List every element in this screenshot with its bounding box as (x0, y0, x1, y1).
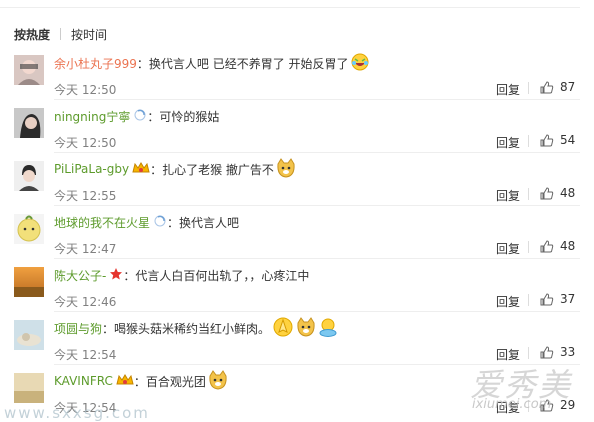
like-button[interactable]: 33 (540, 345, 575, 359)
action-separator (528, 82, 529, 94)
like-count: 54 (560, 133, 576, 147)
reply-button[interactable]: 回复 (496, 81, 520, 98)
like-button[interactable]: 87 (540, 80, 575, 94)
reply-button[interactable]: 回复 (496, 134, 520, 151)
colon: ： (147, 109, 160, 124)
colon: ： (102, 321, 115, 336)
like-count: 48 (560, 186, 576, 200)
comment-item: 项圆与狗 ： 喝猴头菇米稀约当红小鲜肉。 今天 12:54 回复 33 (0, 312, 594, 365)
avatar[interactable] (14, 55, 44, 85)
comment-body: 地球的我不在火星 ： 换代言人吧 (54, 213, 239, 231)
sort-by-time-tab[interactable]: 按时间 (71, 26, 107, 43)
thumbs-up-icon (540, 239, 554, 252)
comment-time: 今天 12:46 (54, 295, 117, 309)
verified-icon (133, 108, 147, 125)
action-separator (528, 241, 529, 253)
like-button[interactable]: 54 (540, 133, 575, 147)
colon: ： (136, 56, 149, 71)
thumbs-up-icon (540, 186, 554, 199)
reply-button[interactable]: 回复 (496, 293, 520, 310)
star-badge-icon (109, 267, 123, 284)
colon: ： (123, 268, 136, 283)
username-link[interactable]: 余小杜丸子999 (54, 55, 137, 72)
comment-text: 扎心了老猴 撤广告不 (162, 162, 274, 177)
watermark-left-url: www.sxxsg.com (4, 404, 150, 422)
username-link[interactable]: 项圆与狗 (54, 320, 102, 337)
comment-body: PiLiPaLa-gby ： 扎心了老猴 撤广告不 (54, 157, 296, 181)
avatar[interactable] (14, 320, 44, 350)
comment-item: PiLiPaLa-gby ： 扎心了老猴 撤广告不 今天 12:55 回复 48 (0, 153, 594, 206)
like-button[interactable]: 48 (540, 186, 575, 200)
thumbs-up-icon (540, 80, 554, 93)
comment-body: ningning宁寧 ： 可怜的猴姑 (54, 107, 219, 125)
username-link[interactable]: ningning宁寧 (54, 108, 130, 125)
like-button[interactable]: 48 (540, 239, 575, 253)
username-link[interactable]: PiLiPaLa-gby (54, 162, 129, 176)
vip-crown-icon (132, 161, 150, 178)
sort-bar: 按热度 按时间 (14, 26, 107, 42)
comment-time: 今天 12:55 (54, 189, 117, 203)
like-count: 87 (560, 80, 576, 94)
comment-body: 项圆与狗 ： 喝猴头菇米稀约当红小鲜肉。 (54, 316, 338, 340)
action-separator (528, 135, 529, 147)
doge-emoji-icon (276, 157, 296, 181)
avatar[interactable] (14, 267, 44, 297)
comment-text: 喝猴头菇米稀约当红小鲜肉。 (114, 321, 271, 336)
comment-text: 换代言人吧 已经不养胃了 开始反胃了 (148, 56, 349, 71)
laughing-tears-emoji-icon (351, 53, 369, 74)
thumbs-up-icon (540, 345, 554, 358)
comment-body: 陈大公子- ： 代言人白百何出轨了，，心疼江中 (54, 266, 309, 284)
comment-time: 今天 12:54 (54, 348, 117, 362)
like-button[interactable]: 37 (540, 292, 575, 306)
colon: ： (133, 374, 146, 389)
username-link[interactable]: KAVINFRC (54, 374, 113, 388)
username-link[interactable]: 地球的我不在火星 (54, 214, 150, 231)
watermark-url: ixiumei.com (472, 397, 552, 412)
comment-time: 今天 12:47 (54, 242, 117, 256)
avatar[interactable] (14, 373, 44, 403)
comment-item: 地球的我不在火星 ： 换代言人吧 今天 12:47 回复 48 (0, 206, 594, 259)
colon: ： (167, 215, 180, 230)
comment-body: KAVINFRC ： 百合观光团 (54, 369, 228, 393)
avatar[interactable] (14, 108, 44, 138)
bathing-emoji-icon (318, 317, 338, 340)
colon: ： (150, 162, 163, 177)
comment-time: 今天 12:50 (54, 83, 117, 97)
reply-button[interactable]: 回复 (496, 187, 520, 204)
avatar[interactable] (14, 214, 44, 244)
comment-text: 代言人白百何出轨了，，心疼江中 (135, 268, 310, 283)
comment-item: ningning宁寧 ： 可怜的猴姑 今天 12:50 回复 54 (0, 100, 594, 153)
like-count: 37 (560, 292, 576, 306)
comment-time: 今天 12:50 (54, 136, 117, 150)
comment-body: 余小杜丸子999 ： 换代言人吧 已经不养胃了 开始反胃了 (54, 53, 369, 74)
top-divider (0, 7, 580, 8)
reply-button[interactable]: 回复 (496, 240, 520, 257)
action-separator (528, 347, 529, 359)
comment-text: 百合观光团 (145, 374, 206, 389)
action-separator (528, 188, 529, 200)
comment-text: 换代言人吧 (179, 215, 240, 230)
comment-item: 余小杜丸子999 ： 换代言人吧 已经不养胃了 开始反胃了 今天 12:50 回… (0, 47, 594, 100)
sort-by-hot-tab[interactable]: 按热度 (14, 26, 50, 43)
praying-hands-emoji-icon (272, 317, 294, 340)
doge-emoji-icon (296, 316, 316, 340)
action-separator (528, 294, 529, 306)
like-count: 48 (560, 239, 576, 253)
username-link[interactable]: 陈大公子- (54, 267, 106, 284)
sort-separator (60, 28, 62, 40)
thumbs-up-icon (540, 133, 554, 146)
thumbs-up-icon (540, 292, 554, 305)
verified-icon (153, 214, 167, 231)
like-count: 33 (560, 345, 576, 359)
comment-item: 陈大公子- ： 代言人白百何出轨了，，心疼江中 今天 12:46 回复 37 (0, 259, 594, 312)
vip-crown-icon (116, 373, 134, 390)
doge-emoji-icon (208, 369, 228, 393)
comment-text: 可怜的猴姑 (159, 109, 220, 124)
avatar[interactable] (14, 161, 44, 191)
